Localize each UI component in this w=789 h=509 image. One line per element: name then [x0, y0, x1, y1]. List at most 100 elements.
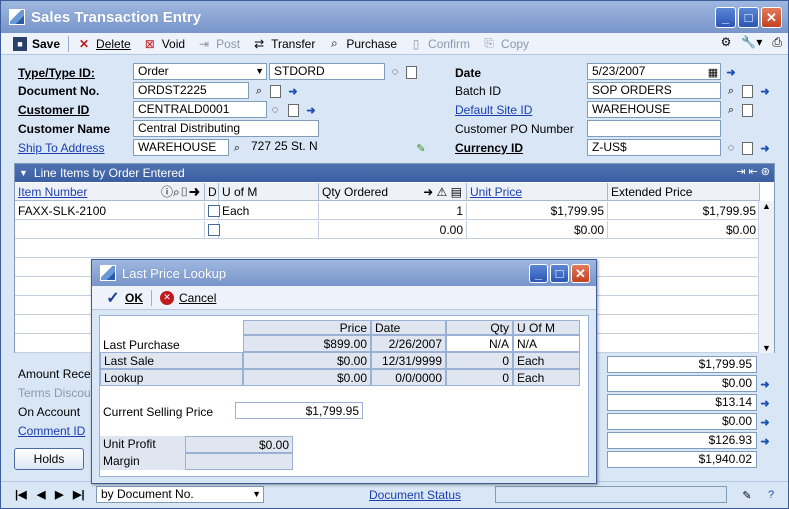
col-uofm: U of M [219, 183, 319, 201]
extended-price-cell[interactable]: $1,799.95 [608, 202, 760, 220]
post-button[interactable]: ⇥ Post [191, 34, 246, 54]
currency-id-label[interactable]: Currency ID [455, 140, 523, 157]
next-record-icon[interactable]: ▶ [55, 488, 63, 501]
scroll-up-icon[interactable]: ▲ [759, 201, 774, 211]
scroll-down-icon[interactable]: ▼ [759, 343, 774, 353]
lookup-icon[interactable]: ⌕ [229, 140, 245, 156]
help-icon[interactable]: ? [763, 487, 779, 503]
note-icon[interactable] [739, 140, 755, 156]
minimize-button[interactable]: _ [715, 7, 736, 28]
uofm-cell[interactable]: Each [219, 202, 319, 220]
minimize-button[interactable]: _ [529, 264, 548, 283]
expand-arrow-icon[interactable]: ➜ [757, 376, 773, 392]
holds-button[interactable]: Holds [14, 448, 84, 470]
misc-field[interactable]: $0.00 [607, 413, 757, 430]
collapse-icon[interactable]: ▼ [19, 168, 28, 178]
item-number-cell[interactable]: FAXX-SLK-2100 [15, 202, 205, 220]
col-extended-price: Extended Price [608, 183, 760, 201]
header-panel: Type/Type ID: Order ▼ STDORD ◌ Document N… [1, 61, 788, 161]
maximize-button[interactable]: □ [738, 7, 759, 28]
item-tools-icon[interactable]: ⓘ⌕▯➜ [161, 183, 200, 201]
default-site-id-link[interactable]: Default Site ID [455, 102, 532, 119]
lookup-circle-icon[interactable]: ◌ [723, 140, 739, 156]
expand-arrow-icon[interactable]: ➜ [757, 414, 773, 430]
expand-arrow-icon[interactable]: ➜ [757, 395, 773, 411]
ship-to-field[interactable]: WAREHOUSE [133, 139, 229, 156]
copy-button[interactable]: ⎘ Copy [476, 34, 535, 54]
lookup-circle-icon[interactable]: ◌ [267, 102, 283, 118]
lookup-circle-icon[interactable]: ◌ [387, 64, 403, 80]
comment-id-link[interactable]: Comment ID [18, 423, 85, 440]
col-d: D [205, 183, 219, 201]
last-record-icon[interactable]: ▶| [73, 488, 85, 501]
customer-po-field[interactable] [587, 120, 721, 137]
lookup-icon[interactable]: ⌕ [723, 83, 739, 99]
void-button[interactable]: ⊠ Void [137, 34, 191, 54]
document-status-link[interactable]: Document Status [369, 487, 461, 504]
print-icon[interactable]: ⎙ [772, 35, 782, 50]
expand-arrow-icon[interactable]: ➜ [757, 140, 773, 156]
grid-scrollbar[interactable]: ▲ ▼ [758, 201, 774, 353]
empty-row[interactable] [15, 240, 760, 258]
note-icon[interactable]: ✎ [739, 487, 755, 503]
customer-id-field[interactable]: CENTRALD0001 [133, 101, 267, 118]
note-icon[interactable] [403, 64, 419, 80]
freight-field[interactable]: $13.14 [607, 394, 757, 411]
col-unit-price[interactable]: Unit Price [467, 183, 608, 201]
d-checkbox-cell[interactable] [205, 221, 220, 239]
tools-icon[interactable]: 🔧▾ [741, 35, 762, 50]
d-checkbox-cell[interactable] [205, 202, 220, 220]
ok-button[interactable]: ✓ OK [100, 288, 149, 308]
note-icon[interactable] [267, 83, 283, 99]
unit-price-cell[interactable]: $0.00 [467, 221, 608, 239]
maximize-button[interactable]: □ [550, 264, 569, 283]
expand-arrow-icon[interactable]: ➜ [757, 433, 773, 449]
ship-to-address-link[interactable]: Ship To Address [18, 140, 105, 157]
expand-arrow-icon[interactable]: ➜ [757, 83, 773, 99]
type-id-field[interactable]: STDORD [269, 63, 385, 80]
customer-id-label[interactable]: Customer ID [18, 102, 89, 119]
lookup-icon[interactable]: ⌕ [723, 102, 739, 118]
col-item-number[interactable]: Item Number ⓘ⌕▯➜ [15, 183, 205, 201]
first-record-icon[interactable]: |◀ [15, 488, 27, 501]
prev-record-icon[interactable]: ◀ [37, 488, 45, 501]
customer-name-field[interactable]: Central Distributing [133, 120, 319, 137]
site-id-field[interactable]: WAREHOUSE [587, 101, 721, 118]
options-icon[interactable]: ⚙ [721, 35, 732, 50]
note-icon[interactable] [739, 102, 755, 118]
grid-title: Line Items by Order Entered [33, 166, 185, 180]
unit-price-cell[interactable]: $1,799.95 [467, 202, 608, 220]
date-field[interactable]: 5/23/2007 [587, 63, 721, 80]
grid-expand-icon[interactable]: ⇥ ⇤ ⊛ [736, 165, 770, 178]
note-icon[interactable] [285, 102, 301, 118]
purchase-button[interactable]: ⌕ Purchase [321, 34, 403, 54]
expand-arrow-icon[interactable]: ➜ [303, 102, 319, 118]
close-button[interactable]: ✕ [761, 7, 782, 28]
qty-cell[interactable]: 0.00 [319, 221, 467, 239]
calendar-icon[interactable]: ▦ [705, 64, 721, 80]
address-icon[interactable]: ✎ [413, 140, 429, 156]
item-number-cell[interactable] [15, 221, 205, 239]
qty-cell[interactable]: 1 [319, 202, 467, 220]
batch-id-field[interactable]: SOP ORDERS [587, 82, 721, 99]
current-selling-price-field[interactable]: $1,799.95 [235, 402, 363, 419]
expand-arrow-icon[interactable]: ➜ [723, 64, 739, 80]
lookup-icon[interactable]: ⌕ [251, 83, 267, 99]
tax-field[interactable]: $126.93 [607, 432, 757, 449]
trade-discount-field[interactable]: $0.00 [607, 375, 757, 392]
close-button[interactable]: ✕ [571, 264, 590, 283]
expand-arrow-icon[interactable]: ➜ [285, 83, 301, 99]
note-icon[interactable] [739, 83, 755, 99]
transfer-button[interactable]: ⇄ Transfer [246, 34, 321, 54]
document-no-field[interactable]: ORDST2225 [133, 82, 249, 99]
qty-icons[interactable]: ➜ ⚠ ▤ [423, 183, 462, 201]
delete-button[interactable]: ✕ Delete [71, 34, 137, 54]
extended-price-cell[interactable]: $0.00 [608, 221, 760, 239]
type-select[interactable]: Order ▼ [133, 63, 267, 80]
currency-id-field[interactable]: Z-US$ [587, 139, 721, 156]
uofm-cell[interactable] [219, 221, 319, 239]
confirm-button[interactable]: ▯ Confirm [403, 34, 476, 54]
save-button[interactable]: ■ Save [7, 34, 66, 54]
cancel-button[interactable]: ✕ Cancel [154, 288, 222, 308]
sort-by-select[interactable]: by Document No. ▼ [96, 486, 264, 503]
